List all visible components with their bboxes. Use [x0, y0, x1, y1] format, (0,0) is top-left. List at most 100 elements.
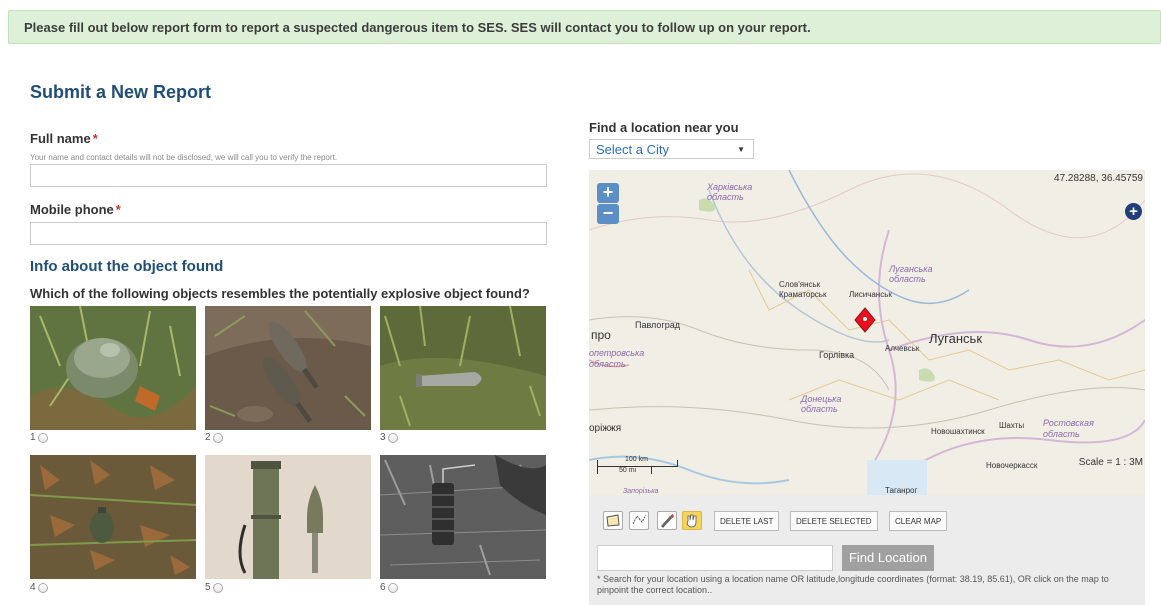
notice-text-mid: . [503, 20, 511, 35]
map-label-donetsk-obl-1: Донецька [801, 394, 842, 404]
object-number: 3 [380, 432, 386, 443]
object-number: 2 [205, 432, 211, 443]
map-label-rostov-obl-2: область [1043, 429, 1080, 439]
map-label-alchevsk: Алчевськ [885, 344, 920, 353]
notice-text-before: Please fill out below report form to rep… [24, 20, 478, 35]
object-option-1[interactable]: 1 [30, 432, 48, 443]
object-image-6[interactable] [380, 455, 546, 579]
draw-polygon-icon [606, 514, 620, 527]
object-image-4[interactable] [30, 455, 196, 579]
pan-button[interactable] [682, 511, 702, 530]
required-mark: * [92, 131, 98, 146]
map-label-novoshakhtinsk: Новошахтинск [931, 427, 985, 436]
object-image-3[interactable] [380, 306, 546, 430]
map-marker-icon[interactable] [854, 307, 876, 333]
draw-line-icon [632, 514, 647, 525]
object-number: 5 [205, 582, 211, 593]
map-canvas[interactable]: + − 47.28288, 36.45759 + Харківська облас… [589, 170, 1145, 495]
mortar-shells-image [205, 306, 371, 430]
object-question: Which of the following objects resembles… [30, 286, 530, 301]
map-label-luhansk-obl-1: Луганська [889, 264, 933, 274]
map-label-lysychansk: Лисичанськ [849, 290, 892, 299]
radio-object-5[interactable] [212, 582, 223, 593]
find-location-label: Find a location near you [589, 120, 739, 135]
clear-map-button[interactable]: CLEAR MAP [889, 511, 948, 531]
radio-object-6[interactable] [387, 582, 398, 593]
radio-object-2[interactable] [212, 432, 223, 443]
map-label-rostov-obl-1: Ростовская [1043, 418, 1094, 428]
map-label-horlivka: Горлівка [819, 350, 855, 360]
object-option-6[interactable]: 6 [380, 582, 398, 593]
section-title-object-info: Info about the object found [30, 258, 224, 275]
object-option-2[interactable]: 2 [205, 432, 223, 443]
draw-line-button[interactable] [629, 511, 649, 530]
mobile-phone-label: Mobile phone * [30, 202, 121, 217]
zoom-out-button[interactable]: − [597, 204, 619, 224]
scale-km-label: 100 km [625, 456, 648, 463]
map-label-luhansk: Луганськ [929, 331, 983, 346]
map-tools-panel: DELETE LAST DELETE SELECTED CLEAR MAP Fi… [589, 495, 1145, 605]
radio-object-4[interactable] [37, 582, 48, 593]
location-help-text: * Search for your location using a locat… [597, 574, 1109, 595]
object-option-4[interactable]: 4 [30, 582, 48, 593]
map-label-kramatorsk: Краматорськ [779, 290, 827, 299]
object-option-3[interactable]: 3 [380, 432, 398, 443]
required-mark: * [115, 202, 121, 217]
find-location-button[interactable]: Find Location [842, 545, 934, 571]
map-label-rostov-region: Ростовская область [1043, 418, 1094, 440]
delete-selected-button[interactable]: DELETE SELECTED [790, 511, 878, 531]
notice-text-after: will contact you to follow up on your re… [536, 20, 811, 35]
map-label-dnipro-region: опетровська область [589, 348, 644, 370]
full-name-input[interactable] [30, 164, 547, 187]
object-option-5[interactable]: 5 [205, 582, 223, 593]
map-label-zaporizhzhia: оріжжя [589, 423, 622, 434]
radio-object-3[interactable] [387, 432, 398, 443]
object-image-1[interactable] [30, 306, 196, 430]
location-search-input[interactable] [597, 545, 833, 571]
full-name-hint: Your name and contact details will not b… [30, 153, 337, 162]
draw-polygon-button[interactable] [603, 511, 623, 530]
delete-last-button[interactable]: DELETE LAST [714, 511, 780, 531]
mobile-phone-label-text: Mobile phone [30, 202, 114, 217]
object-number: 4 [30, 582, 36, 593]
object-number: 6 [380, 582, 386, 593]
map-label-kharkiv-1: Харківська [707, 182, 753, 192]
map-label-slovyansk: Слов'янськ Краматорськ [779, 280, 826, 300]
pan-hand-icon [686, 514, 697, 528]
plus-icon: + [602, 182, 614, 202]
mobile-phone-input[interactable] [30, 222, 547, 245]
layer-switcher-icon[interactable]: + [1125, 203, 1142, 220]
page-title: Submit a New Report [30, 82, 212, 102]
object-image-2[interactable] [205, 306, 371, 430]
object-image-5[interactable] [205, 455, 371, 579]
rpg-launcher-image [205, 455, 371, 579]
radio-object-1[interactable] [37, 432, 48, 443]
grenade-in-leaves-image [30, 455, 196, 579]
edit-button[interactable] [657, 511, 677, 530]
map-label-slovyansk-text: Слов'янськ [779, 280, 821, 289]
full-name-label-text: Full name [30, 131, 91, 146]
map-label-novocherkassk: Новочеркасск [986, 461, 1038, 470]
notice-banner: Please fill out below report form to rep… [8, 10, 1161, 44]
map-scale-bar: 100 km 50 mi [597, 456, 679, 480]
map-label-luhansk-obl-2: область [889, 274, 926, 284]
map-label-dnipro: про [591, 328, 611, 342]
city-select-value: Select a City [596, 142, 669, 157]
tripwire-mine-image [380, 455, 546, 579]
city-select[interactable]: Select a City ▼ [589, 139, 754, 159]
minus-icon: − [602, 203, 614, 223]
map-label-kharkiv-2: область [707, 192, 744, 202]
map-label-donetsk-obl-2: область [801, 404, 838, 414]
map-label-taganrog: Таганрог [885, 486, 918, 495]
zoom-in-button[interactable]: + [597, 183, 619, 203]
map-scale-ratio: Scale = 1 : 3M [1078, 457, 1143, 468]
notice-ses-2: SES [510, 20, 537, 35]
shell-in-grass-image [380, 306, 546, 430]
map-label-donetsk-region: Донецька область [801, 394, 841, 414]
edit-icon [661, 514, 674, 528]
landmine-image [30, 306, 196, 430]
object-number: 1 [30, 432, 36, 443]
map-label-shakhty: Шахты [999, 421, 1025, 430]
map-label-dnipro-obl-1: опетровська [589, 348, 645, 358]
map-label-luhansk-region: Луганська область [889, 264, 932, 284]
